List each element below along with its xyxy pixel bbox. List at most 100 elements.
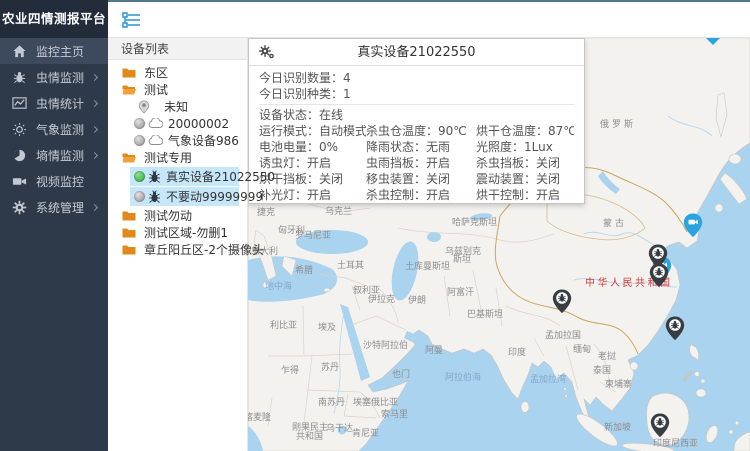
tree-label: 测试勿动 bbox=[144, 207, 192, 224]
param-cell: 补光灯开启 bbox=[259, 187, 366, 203]
map-label: 哈萨克斯坦 bbox=[452, 215, 497, 228]
map-label: 乌干达 bbox=[326, 421, 353, 434]
map-label: 老挝 bbox=[598, 349, 616, 362]
tree-folder[interactable]: 测试 bbox=[108, 81, 247, 98]
map-label: 捷克 bbox=[257, 205, 275, 218]
recognition-types: 今日识别种类1 bbox=[259, 86, 574, 102]
device-params-grid: 运行模式自动模式 杀虫仓温度90℃ 烘干仓温度87℃ 电池电量0% 降雨状态无雨… bbox=[259, 123, 574, 203]
param-cell: 电池电量0% bbox=[259, 139, 366, 155]
map-label: 苏丹 bbox=[321, 360, 339, 373]
map-label: 乌克兰 bbox=[325, 204, 352, 217]
tree-folder[interactable]: 测试专用 bbox=[108, 149, 247, 166]
tree-label: 不要动99999999 bbox=[166, 188, 263, 205]
map-label: 缅甸 bbox=[573, 342, 591, 355]
map-label: 斯坦 bbox=[453, 252, 471, 265]
chevron-right-icon bbox=[91, 125, 98, 132]
param-cell: 烘干控制开启 bbox=[476, 187, 574, 203]
insect-device-icon bbox=[148, 190, 161, 204]
folder-open-icon bbox=[122, 152, 136, 164]
home-icon bbox=[12, 44, 27, 59]
camera-marker[interactable] bbox=[683, 213, 703, 238]
sidebar-item-label: 监控主页 bbox=[36, 43, 100, 60]
tree-folder[interactable]: 测试勿动 bbox=[108, 207, 247, 224]
globe-icon bbox=[12, 148, 27, 163]
tree-toggle-icon[interactable] bbox=[122, 12, 142, 28]
map-label: 乍得 bbox=[281, 363, 299, 376]
tree-device[interactable]: 20000002 bbox=[108, 115, 247, 132]
map-label: 土库曼斯坦 bbox=[405, 259, 450, 272]
cloud-icon bbox=[148, 118, 163, 129]
sidebar-menu: 监控主页 虫情监测 虫情统计 气象监测 墒情监测 bbox=[0, 38, 108, 220]
folder-open-icon bbox=[122, 84, 136, 96]
popup-title: 真实设备21022550 bbox=[357, 45, 475, 60]
tree-device-selected[interactable]: 真实设备21022550 bbox=[130, 167, 239, 186]
insect-device-icon bbox=[148, 170, 161, 184]
sidebar-item-system-settings[interactable]: 系统管理 bbox=[0, 194, 108, 220]
param-cell: 降雨状态无雨 bbox=[366, 139, 476, 155]
chevron-right-icon bbox=[91, 73, 98, 80]
map-label: 伊拉克 bbox=[368, 292, 395, 305]
tree-label: 20000002 bbox=[168, 117, 229, 131]
recognition-count: 今日识别数量4 bbox=[259, 70, 574, 86]
map-label: 伊朗 bbox=[408, 293, 426, 306]
tree-label: 东区 bbox=[144, 64, 168, 81]
status-offline-dot bbox=[134, 118, 145, 129]
map-label: 罗马尼亚 bbox=[295, 228, 331, 241]
map-label: 共和国 bbox=[296, 429, 323, 442]
map-label: 泰国 bbox=[593, 363, 611, 376]
settings-gears-icon[interactable] bbox=[258, 44, 276, 60]
status-offline-dot bbox=[134, 135, 145, 146]
cloud-icon bbox=[148, 135, 163, 146]
tree-label: 测试专用 bbox=[144, 149, 192, 166]
insect-device-marker[interactable] bbox=[552, 289, 572, 314]
sidebar-item-weather-monitor[interactable]: 气象监测 bbox=[0, 116, 108, 142]
tree-folder[interactable]: 测试区域-勿删1 bbox=[108, 224, 247, 241]
sidebar-item-label: 虫情监测 bbox=[36, 69, 92, 86]
map-label: 阿富汗 bbox=[447, 285, 474, 298]
map-label: 利比亚 bbox=[270, 318, 297, 331]
tree-label: 真实设备21022550 bbox=[166, 168, 275, 185]
sidebar-item-video-monitor[interactable]: 视频监控 bbox=[0, 168, 108, 194]
sidebar-item-label: 虫情统计 bbox=[36, 95, 92, 112]
map-label: 柬埔寨 bbox=[605, 377, 632, 390]
sidebar-item-insect-monitor[interactable]: 虫情监测 bbox=[0, 64, 108, 90]
sidebar-item-monitor-home[interactable]: 监控主页 bbox=[0, 38, 108, 64]
chevron-right-icon bbox=[91, 99, 98, 106]
device-panel-title: 设备列表 bbox=[108, 38, 247, 60]
tree-folder[interactable]: 章丘阳丘区-2个摄像头 bbox=[108, 241, 247, 258]
sidebar-item-insect-stats[interactable]: 虫情统计 bbox=[0, 90, 108, 116]
map-label-sea: 阿拉伯海 bbox=[445, 370, 481, 383]
tree-label: 未知 bbox=[164, 98, 188, 115]
map-label: 新加坡 bbox=[604, 420, 631, 433]
device-panel: 设备列表 东区 测试 未知 20000002 气 bbox=[108, 38, 248, 451]
map-label: 希腊 bbox=[295, 263, 313, 276]
insect-device-marker[interactable] bbox=[665, 316, 685, 341]
status-offline-dot bbox=[134, 191, 145, 202]
param-cell: 杀虫挡板关闭 bbox=[476, 155, 574, 171]
map-label: 孟加拉国 bbox=[545, 328, 581, 341]
map-label: 土耳其 bbox=[337, 258, 364, 271]
param-cell: 杀虫仓温度90℃ bbox=[366, 123, 476, 139]
tree-label: 测试区域-勿删1 bbox=[144, 224, 228, 241]
map-label: 喀麦隆 bbox=[248, 410, 271, 423]
tree-folder[interactable]: 东区 bbox=[108, 64, 247, 81]
app-window: 农业四情测报平台 监控主页 虫情监测 虫情统计 气象监测 bbox=[0, 0, 750, 451]
bug-icon bbox=[12, 70, 27, 85]
topbar bbox=[108, 0, 750, 38]
param-cell: 杀虫控制开启 bbox=[366, 187, 476, 203]
map-canvas[interactable]: 俄罗斯 捷克 乌克兰 哈萨克斯坦 匈牙利 罗马尼亚 蒙古 意大利 土耳其 希腊 … bbox=[248, 38, 750, 451]
tree-label: 章丘阳丘区-2个摄像头 bbox=[144, 241, 264, 258]
device-info-popup: 真实设备21022550 今日识别数量4 今日识别种类1 设备状态在线 运行模式… bbox=[248, 38, 585, 204]
map-label: 俄罗斯 bbox=[600, 117, 636, 130]
chevron-right-icon bbox=[91, 151, 98, 158]
insect-device-marker[interactable] bbox=[650, 413, 670, 438]
folder-closed-icon bbox=[122, 227, 136, 239]
tree-device[interactable]: 气象设备986 bbox=[108, 132, 247, 149]
sidebar-item-soil-monitor[interactable]: 墒情监测 bbox=[0, 142, 108, 168]
param-cell: 光照度1Lux bbox=[476, 139, 574, 155]
param-cell: 移虫装置关闭 bbox=[366, 171, 476, 187]
map-label: 埃及 bbox=[318, 320, 336, 333]
tree-device[interactable]: 未知 bbox=[108, 98, 247, 115]
insect-device-marker[interactable] bbox=[649, 263, 669, 288]
tree-device-selected[interactable]: 不要动99999999 bbox=[130, 187, 239, 206]
